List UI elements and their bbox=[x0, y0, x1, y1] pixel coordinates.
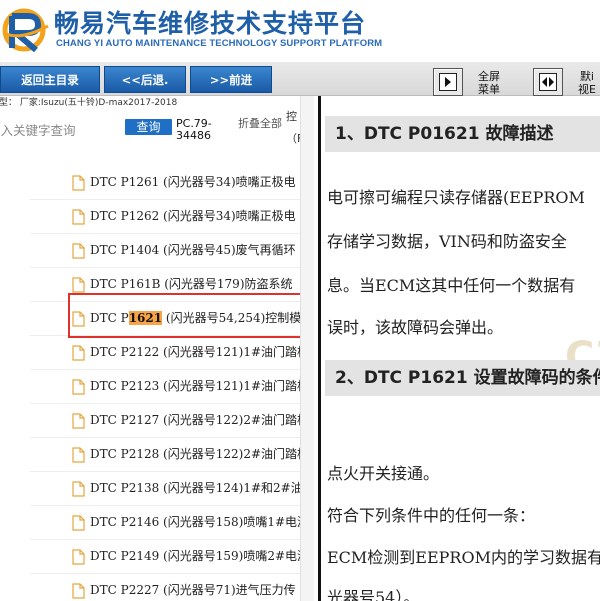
document-icon bbox=[72, 311, 85, 327]
fullscreen-icon bbox=[439, 73, 457, 91]
truncated-label: 控（F bbox=[286, 110, 304, 145]
default-view-button[interactable] bbox=[533, 68, 563, 96]
fullscreen-label: 全屏 菜单 bbox=[478, 70, 500, 96]
document-icon bbox=[72, 379, 85, 395]
tree-item-label: DTC P2146 (闪光器号158)喷嘴1#电源 bbox=[90, 515, 300, 529]
document-icon bbox=[72, 175, 85, 191]
document-icon bbox=[72, 515, 85, 531]
app-header: 畅易汽车维修技术支持平台 CHANG YI AUTO MAINTENANCE T… bbox=[0, 0, 600, 62]
search-button[interactable]: 查询 bbox=[125, 119, 172, 135]
fullscreen-button[interactable] bbox=[433, 68, 463, 96]
tree-item[interactable]: DTC P2128 (闪光器号122)2#油门踏板 bbox=[30, 438, 300, 472]
section-title-description: 1、DTC P01621 故障描述 bbox=[325, 116, 600, 152]
tree-item-label: DTC P2227 (闪光器号71)进气压力传 bbox=[90, 583, 296, 597]
changyi-r-logo-icon bbox=[2, 8, 49, 53]
forward-button[interactable]: >>前进 bbox=[190, 66, 272, 93]
paragraph-line: 符合下列条件中的任何一条： bbox=[327, 506, 536, 525]
tree-item-label: DTC P1262 (闪光器号34)喷嘴正极电 bbox=[90, 209, 296, 223]
tree-item[interactable]: DTC P2138 (闪光器号124)1#和2#油门 bbox=[30, 472, 300, 506]
document-icon bbox=[72, 277, 85, 293]
app-title: 畅易汽车维修技术支持平台 bbox=[54, 9, 367, 38]
tree-item[interactable]: DTC P161B (闪光器号179)防盗系统 bbox=[30, 268, 300, 302]
document-icon bbox=[72, 481, 85, 497]
tree-item[interactable]: DTC P2123 (闪光器号121)1#油门踏板 bbox=[30, 370, 300, 404]
pc-info: PC.79-34486 bbox=[176, 117, 212, 142]
search-input[interactable]: 输入关键字查询 bbox=[0, 120, 76, 139]
tree-item-label: DTC P2123 (闪光器号121)1#油门踏板 bbox=[90, 379, 300, 393]
split-view-icon bbox=[539, 73, 557, 91]
paragraph-line: 光器号54）。 bbox=[327, 588, 420, 601]
document-icon bbox=[72, 583, 85, 599]
app-subtitle: CHANG YI AUTO MAINTENANCE TECHNOLOGY SUP… bbox=[56, 38, 383, 49]
tree-item[interactable]: DTC P1262 (闪光器号34)喷嘴正极电 bbox=[30, 200, 300, 234]
tree-item[interactable]: DTC P1404 (闪光器号45)废气再循环 bbox=[30, 234, 300, 268]
tree-scrollbar[interactable] bbox=[300, 96, 314, 601]
tree-item[interactable]: DTC P2227 (闪光器号71)进气压力传 bbox=[30, 574, 300, 601]
document-icon bbox=[72, 209, 85, 225]
tree-item-selected[interactable]: DTC P1621 (闪光器号54,254)控制模块 bbox=[30, 302, 300, 336]
dtc-tree: DTC P1261 (闪光器号34)喷嘴正极电 DTC P1262 (闪光器号3… bbox=[0, 150, 300, 601]
paragraph-line: 点火开关接通。 bbox=[327, 464, 440, 483]
default-view-label: 默i 视E bbox=[578, 70, 596, 96]
paragraph-line: 误时，该故障码会弹出。 bbox=[327, 318, 504, 337]
tree-item-label: DTC P2122 (闪光器号121)1#油门踏板 bbox=[90, 345, 300, 359]
tree-item-label: DTC P1404 (闪光器号45)废气再循环 bbox=[90, 243, 296, 257]
home-button[interactable]: 返回主目录 bbox=[0, 66, 100, 93]
paragraph-line: 存储学习数据，VIN码和防盗安全 bbox=[327, 232, 567, 251]
tree-item[interactable]: DTC P2122 (闪光器号121)1#油门踏板 bbox=[30, 336, 300, 370]
paragraph-line: ECM检测到EEPROM内的学习数据有 bbox=[327, 548, 600, 567]
collapse-all-button[interactable]: 折叠全部 bbox=[238, 118, 282, 130]
document-icon bbox=[72, 447, 85, 463]
tree-item-label: DTC P2128 (闪光器号122)2#油门踏板 bbox=[90, 447, 300, 461]
document-icon bbox=[72, 549, 85, 565]
document-icon bbox=[72, 243, 85, 259]
tree-item[interactable]: DTC P2146 (闪光器号158)喷嘴1#电源 bbox=[30, 506, 300, 540]
tree-item[interactable]: DTC P1261 (闪光器号34)喷嘴正极电 bbox=[30, 166, 300, 200]
search-row: 输入关键字查询 查询 PC.79-34486 折叠全部 控（F bbox=[0, 110, 320, 150]
tree-item[interactable]: DTC P2127 (闪光器号122)2#油门踏板 bbox=[30, 404, 300, 438]
paragraph-line: 息。当ECM这其中任何一个数据有 bbox=[327, 276, 576, 295]
tree-item[interactable]: DTC P2149 (闪光器号159)喷嘴2#电源 bbox=[30, 540, 300, 574]
back-button[interactable]: <<后退. bbox=[104, 66, 186, 93]
tree-item-label: DTC P1261 (闪光器号34)喷嘴正极电 bbox=[90, 175, 296, 189]
document-icon bbox=[72, 345, 85, 361]
tree-item-label: DTC P2138 (闪光器号124)1#和2#油门 bbox=[90, 481, 300, 495]
search-highlight: 1621 bbox=[128, 311, 163, 325]
tree-item-label: DTC P2127 (闪光器号122)2#油门踏板 bbox=[90, 413, 300, 427]
toolbar: 返回主目录 <<后退. >>前进 全屏 菜单 默i 视E bbox=[0, 62, 600, 96]
tree-item-label: DTC P1621 (闪光器号54,254)控制模块 bbox=[90, 311, 300, 325]
tree-item-label: DTC P2149 (闪光器号159)喷嘴2#电源 bbox=[90, 549, 300, 563]
paragraph-line: 电可擦可编程只读存储器(EEPROM bbox=[327, 188, 585, 207]
section-title-conditions: 2、DTC P1621 设置故障码的条件 bbox=[325, 360, 600, 396]
document-icon bbox=[72, 413, 85, 429]
document-content: 1、DTC P01621 故障描述 电可擦可编程只读存储器(EEPROM 存储学… bbox=[321, 96, 600, 601]
tree-item-label: DTC P161B (闪光器号179)防盗系统 bbox=[90, 277, 293, 291]
